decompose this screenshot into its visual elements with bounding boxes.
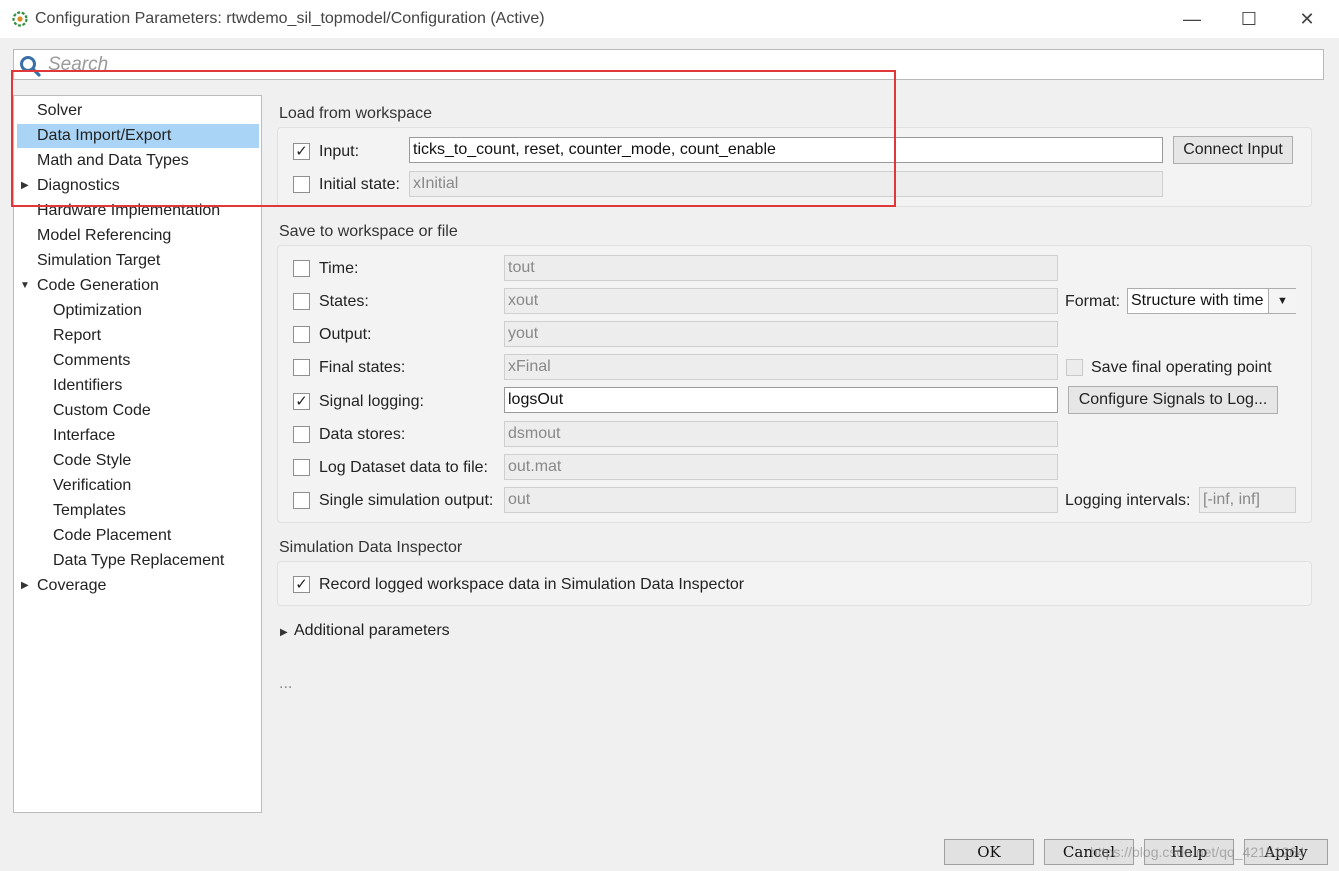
- tree-item-label: Code Placement: [53, 527, 172, 544]
- tree-item-label: Report: [53, 327, 102, 344]
- format-value: Structure with time: [1131, 292, 1264, 309]
- highlight-annotation-box: [11, 70, 896, 207]
- signal-logging-label: Signal logging:: [319, 393, 424, 410]
- signal-logging-field[interactable]: logsOut: [504, 387, 1058, 413]
- tree-item-model-referencing[interactable]: Model Referencing: [33, 224, 259, 248]
- time-field[interactable]: tout: [504, 255, 1058, 281]
- tree-item-label: Identifiers: [53, 377, 123, 394]
- tree-item-label: Code Style: [53, 452, 132, 469]
- single-sim-output-checkbox[interactable]: [293, 492, 310, 509]
- data-stores-label: Data stores:: [319, 426, 406, 443]
- tree-item-verification[interactable]: Verification: [49, 474, 259, 498]
- tree-item-label: Verification: [53, 477, 132, 494]
- output-label: Output:: [319, 326, 372, 343]
- save-group: [277, 245, 1312, 523]
- connect-input-button[interactable]: Connect Input: [1173, 136, 1293, 164]
- simulink-gear-icon: [12, 11, 28, 27]
- single-sim-output-field[interactable]: out: [504, 487, 1058, 513]
- logging-intervals-label: Logging intervals:: [1065, 492, 1191, 509]
- expand-triangle-icon[interactable]: ▶: [21, 580, 29, 591]
- close-button[interactable]: ✕: [1287, 6, 1327, 32]
- tree-item-templates[interactable]: Templates: [49, 499, 259, 523]
- states-checkbox[interactable]: [293, 293, 310, 310]
- signal-logging-checkbox[interactable]: ✓: [293, 393, 310, 410]
- minimize-button[interactable]: —: [1172, 6, 1212, 32]
- log-dataset-field[interactable]: out.mat: [504, 454, 1058, 480]
- tree-item-comments[interactable]: Comments: [49, 349, 259, 373]
- expand-triangle-icon[interactable]: ▶: [280, 627, 288, 638]
- tree-item-identifiers[interactable]: Identifiers: [49, 374, 259, 398]
- tree-item-code-style[interactable]: Code Style: [49, 449, 259, 473]
- save-final-op-label: Save final operating point: [1091, 359, 1272, 376]
- tree-item-label: Coverage: [37, 577, 107, 594]
- final-states-field[interactable]: xFinal: [504, 354, 1058, 380]
- window-title: Configuration Parameters: rtwdemo_sil_to…: [35, 10, 545, 27]
- tree-item-label: Code Generation: [37, 277, 159, 294]
- time-checkbox[interactable]: [293, 260, 310, 277]
- ellipsis: ...: [279, 675, 293, 692]
- tree-item-code-generation[interactable]: Code Generation: [33, 274, 259, 298]
- save-section-title: Save to workspace or file: [279, 223, 458, 240]
- states-field[interactable]: xout: [504, 288, 1058, 314]
- tree-item-report[interactable]: Report: [49, 324, 259, 348]
- single-sim-output-label: Single simulation output:: [319, 492, 494, 509]
- record-sdi-label: Record logged workspace data in Simulati…: [319, 576, 745, 593]
- data-stores-field[interactable]: dsmout: [504, 421, 1058, 447]
- tree-item-label: Optimization: [53, 302, 142, 319]
- data-stores-checkbox[interactable]: [293, 426, 310, 443]
- time-label: Time:: [319, 260, 359, 277]
- record-sdi-checkbox[interactable]: ✓: [293, 576, 310, 593]
- sdi-section-title: Simulation Data Inspector: [279, 539, 463, 556]
- logging-intervals-field[interactable]: [-inf, inf]: [1199, 487, 1296, 513]
- final-states-checkbox[interactable]: [293, 359, 310, 376]
- additional-parameters-link[interactable]: Additional parameters: [294, 622, 450, 640]
- tree-item-label: Model Referencing: [37, 227, 172, 244]
- tree-item-label: Custom Code: [53, 402, 151, 419]
- tree-item-code-placement[interactable]: Code Placement: [49, 524, 259, 548]
- configure-signals-button[interactable]: Configure Signals to Log...: [1068, 386, 1278, 414]
- final-states-label: Final states:: [319, 359, 406, 376]
- states-label: States:: [319, 293, 369, 310]
- log-dataset-checkbox[interactable]: [293, 459, 310, 476]
- ok-button[interactable]: OK: [944, 839, 1034, 865]
- tree-item-data-type-replacement[interactable]: Data Type Replacement: [49, 549, 259, 573]
- tree-item-optimization[interactable]: Optimization: [49, 299, 259, 323]
- tree-item-label: Comments: [53, 352, 131, 369]
- tree-item-label: Data Type Replacement: [53, 552, 225, 569]
- save-final-op-checkbox[interactable]: [1066, 359, 1083, 376]
- watermark: https://blog.csdn.net/qq_42151264: [1090, 844, 1305, 860]
- tree-item-label: Templates: [53, 502, 126, 519]
- tree-item-label: Simulation Target: [37, 252, 161, 269]
- output-field[interactable]: yout: [504, 321, 1058, 347]
- maximize-button[interactable]: ☐: [1229, 6, 1269, 32]
- output-checkbox[interactable]: [293, 326, 310, 343]
- tree-item-interface[interactable]: Interface: [49, 424, 259, 448]
- dropdown-arrow-icon[interactable]: ▼: [1268, 289, 1296, 313]
- log-dataset-label: Log Dataset data to file:: [319, 459, 488, 476]
- collapse-triangle-icon[interactable]: ▼: [20, 280, 30, 291]
- format-label: Format:: [1065, 293, 1121, 310]
- tree-item-custom-code[interactable]: Custom Code: [49, 399, 259, 423]
- tree-item-simulation-target[interactable]: Simulation Target: [33, 249, 259, 273]
- tree-item-label: Interface: [53, 427, 116, 444]
- tree-item-coverage[interactable]: Coverage: [33, 574, 259, 598]
